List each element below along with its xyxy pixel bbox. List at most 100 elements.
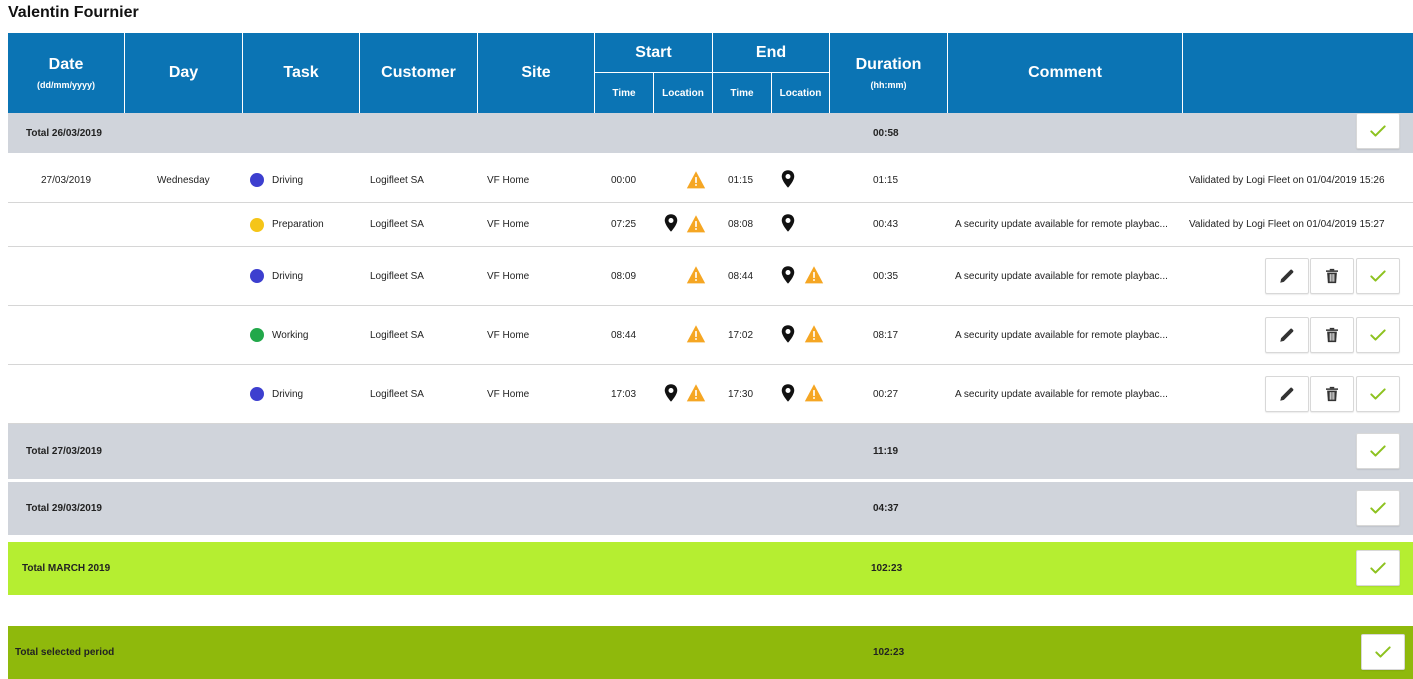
header-duration[interactable]: Duration (hh:mm) xyxy=(830,33,948,113)
row-comment[interactable]: A security update available for remote p… xyxy=(955,365,1168,423)
validate-button[interactable] xyxy=(1356,376,1400,412)
warning-icon[interactable] xyxy=(686,214,706,234)
location-pin-icon[interactable] xyxy=(778,212,798,234)
row-end-time: 17:30 xyxy=(728,388,754,400)
row-comment[interactable]: A security update available for remote p… xyxy=(955,247,1168,305)
header-date-label: Date xyxy=(48,56,84,73)
location-pin-icon[interactable] xyxy=(778,264,798,286)
table-row[interactable]: Driving Logifleet SA VF Home 17:03 17:30… xyxy=(8,365,1413,424)
location-pin-icon[interactable] xyxy=(661,382,681,404)
table-row[interactable]: Working Logifleet SA VF Home 08:44 17:02… xyxy=(8,306,1413,365)
header-date-format: (dd/mm/yyyy) xyxy=(36,80,96,90)
row-task: Driving xyxy=(250,365,303,423)
header-comment-label: Comment xyxy=(1028,64,1102,81)
table-row[interactable]: Driving Logifleet SA VF Home 08:09 08:44… xyxy=(8,247,1413,306)
task-working-dot-icon xyxy=(250,328,264,342)
total-label: Total 27/03/2019 xyxy=(26,446,102,457)
location-pin-icon[interactable] xyxy=(778,323,798,345)
row-site: VF Home xyxy=(487,219,530,230)
header-end-group: End Time Location xyxy=(713,33,830,113)
check-icon xyxy=(1368,266,1388,286)
edit-button[interactable] xyxy=(1265,317,1309,353)
delete-button[interactable] xyxy=(1310,317,1354,353)
row-task: Driving xyxy=(250,247,303,305)
row-task-label: Driving xyxy=(272,388,304,400)
row-duration: 08:17 xyxy=(873,329,899,341)
row-customer: Logifleet SA xyxy=(370,329,424,341)
total-duration: 04:37 xyxy=(873,503,899,514)
warning-icon[interactable] xyxy=(686,324,706,344)
row-task-label: Driving xyxy=(272,270,304,282)
check-icon xyxy=(1368,498,1388,518)
table-row[interactable]: Preparation Logifleet SA VF Home 07:25 0… xyxy=(8,203,1413,247)
validate-button[interactable] xyxy=(1356,433,1400,469)
header-site[interactable]: Site xyxy=(478,33,595,113)
delete-button[interactable] xyxy=(1310,258,1354,294)
row-task-label: Working xyxy=(272,329,309,341)
row-customer: Logifleet SA xyxy=(370,270,424,282)
row-customer: Logifleet SA xyxy=(370,219,424,230)
header-date[interactable]: Date (dd/mm/yyyy) xyxy=(8,33,125,113)
row-start-time: 08:09 xyxy=(611,270,637,282)
pencil-icon xyxy=(1278,267,1296,285)
delete-button[interactable] xyxy=(1310,376,1354,412)
row-day: Wednesday xyxy=(157,174,210,186)
validate-button[interactable] xyxy=(1356,317,1400,353)
task-driving-dot-icon xyxy=(250,387,264,401)
validate-button[interactable] xyxy=(1356,113,1400,149)
warning-icon[interactable] xyxy=(686,265,706,285)
row-validation-status: Validated by Logi Fleet on 01/04/2019 15… xyxy=(1189,174,1385,186)
total-row: Total 29/03/2019 04:37 xyxy=(8,482,1413,535)
total-label: Total 29/03/2019 xyxy=(26,503,102,514)
row-site: VF Home xyxy=(487,388,530,400)
row-site: VF Home xyxy=(487,174,530,186)
warning-icon[interactable] xyxy=(804,265,824,285)
trash-icon xyxy=(1323,326,1341,344)
task-preparation-dot-icon xyxy=(250,217,264,232)
header-end-location[interactable]: Location xyxy=(772,73,829,113)
row-task: Driving xyxy=(250,158,303,202)
period-total-duration: 102:23 xyxy=(873,647,905,658)
row-comment[interactable]: A security update available for remote p… xyxy=(955,306,1168,364)
warning-icon[interactable] xyxy=(804,324,824,344)
validate-button[interactable] xyxy=(1356,490,1400,526)
row-comment[interactable]: A security update available for remote p… xyxy=(955,203,1168,246)
row-end-time: 08:08 xyxy=(728,219,754,230)
header-comment[interactable]: Comment xyxy=(948,33,1183,113)
warning-icon[interactable] xyxy=(686,383,706,403)
table-header: Date (dd/mm/yyyy) Day Task Customer Site… xyxy=(8,33,1413,113)
row-end-time: 17:02 xyxy=(728,329,754,341)
header-day-label: Day xyxy=(168,64,199,81)
row-task: Working xyxy=(250,306,309,364)
row-duration: 00:27 xyxy=(873,388,899,400)
validate-button[interactable] xyxy=(1356,258,1400,294)
edit-button[interactable] xyxy=(1265,376,1309,412)
month-total-label: Total MARCH 2019 xyxy=(22,563,111,574)
validate-period-button[interactable] xyxy=(1361,634,1405,670)
total-label: Total 26/03/2019 xyxy=(26,127,102,139)
period-total-label: Total selected period xyxy=(15,647,115,658)
validate-month-button[interactable] xyxy=(1356,550,1400,586)
header-task[interactable]: Task xyxy=(243,33,360,113)
table-row[interactable]: 27/03/2019 Wednesday Driving Logifleet S… xyxy=(8,158,1413,203)
header-day[interactable]: Day xyxy=(125,33,243,113)
header-start-location[interactable]: Location xyxy=(654,73,712,113)
location-pin-icon[interactable] xyxy=(661,212,681,234)
row-duration: 01:15 xyxy=(873,174,899,186)
total-duration: 11:19 xyxy=(873,446,899,457)
user-name-title: Valentin Fournier xyxy=(8,4,139,21)
warning-icon[interactable] xyxy=(804,383,824,403)
pencil-icon xyxy=(1278,385,1296,403)
header-actions xyxy=(1183,33,1413,113)
header-start-time[interactable]: Time xyxy=(595,73,654,113)
header-end-time[interactable]: Time xyxy=(713,73,772,113)
row-start-time: 00:00 xyxy=(611,174,637,186)
period-total-row: Total selected period 102:23 xyxy=(8,626,1413,679)
warning-icon[interactable] xyxy=(686,170,706,190)
check-icon xyxy=(1368,325,1388,345)
location-pin-icon[interactable] xyxy=(778,168,798,190)
header-customer[interactable]: Customer xyxy=(360,33,478,113)
row-customer: Logifleet SA xyxy=(370,388,424,400)
edit-button[interactable] xyxy=(1265,258,1309,294)
location-pin-icon[interactable] xyxy=(778,382,798,404)
